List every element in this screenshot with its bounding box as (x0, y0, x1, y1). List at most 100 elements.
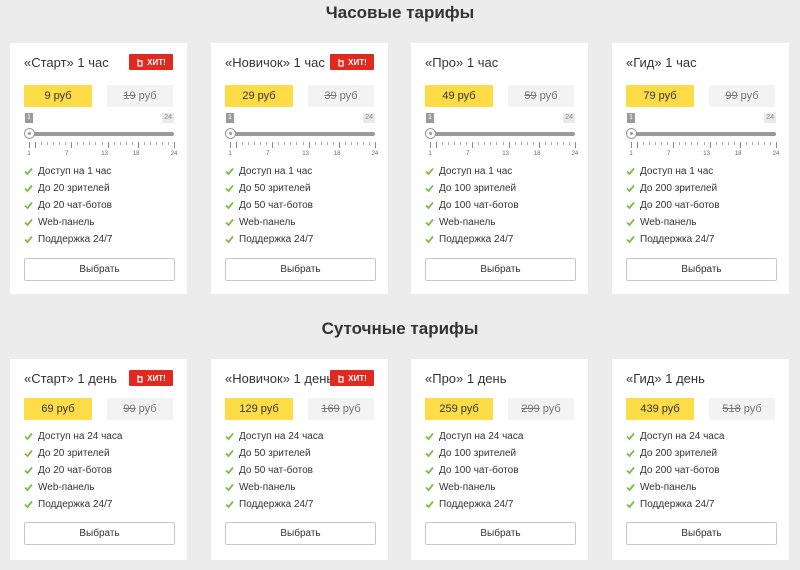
check-icon (24, 449, 33, 458)
slider-tick (326, 142, 328, 145)
check-icon (225, 500, 234, 509)
feature-item: До 20 зрителей (24, 180, 112, 197)
slider-max-label: 24 (764, 113, 776, 123)
feature-text: Web-панель (640, 217, 697, 228)
slider-tick (631, 142, 632, 148)
price-old-value: 99 (725, 90, 738, 102)
feature-text: До 20 чат-ботов (38, 465, 112, 476)
select-button[interactable]: Выбрать (425, 258, 576, 281)
slider-knob[interactable] (225, 128, 236, 139)
slider-tick (679, 142, 681, 145)
slider-tick (174, 142, 175, 148)
slider-tick (763, 142, 765, 145)
slider-tick (89, 142, 91, 145)
slider-tick (29, 142, 30, 148)
slider-tick (242, 142, 244, 145)
feature-text: Поддержка 24/7 (38, 234, 113, 245)
slider-tick (137, 142, 139, 148)
feature-text: Web-панель (38, 217, 95, 228)
tariff-card: «Гид» 1 час 79 руб 99 руб 1 24 1 7 13 18 24 Д… (612, 43, 789, 294)
slider-tick (532, 142, 534, 145)
duration-slider[interactable]: 1 24 1 7 13 18 24 (425, 113, 578, 163)
tariff-name: «Про» 1 час (425, 55, 499, 70)
price-new: 129 руб (225, 398, 293, 420)
slider-knob[interactable] (24, 128, 35, 139)
check-icon (24, 167, 33, 176)
feature-item: Web-панель (626, 214, 720, 231)
feature-text: Web-панель (239, 217, 296, 228)
price-old: 19 руб (107, 85, 173, 107)
select-button[interactable]: Выбрать (24, 522, 175, 545)
tariff-card: «Про» 1 день 259 руб 299 руб Доступ на 24… (411, 359, 588, 560)
slider-tick (733, 142, 735, 145)
duration-slider[interactable]: 1 24 1 7 13 18 24 (626, 113, 779, 163)
slider-tick (727, 142, 729, 145)
slider-tick (101, 142, 103, 145)
slider-knob[interactable] (425, 128, 436, 139)
slider-max-label: 24 (563, 113, 575, 123)
price-new: 29 руб (225, 85, 293, 107)
slider-tick (248, 142, 250, 145)
slider-tick (296, 142, 298, 145)
check-icon (425, 483, 434, 492)
check-icon (225, 184, 234, 193)
slider-tick (332, 142, 334, 145)
duration-slider[interactable]: 1 24 1 7 13 18 24 (24, 113, 177, 163)
select-button[interactable]: Выбрать (225, 258, 376, 281)
slider-tick (637, 142, 639, 148)
select-button[interactable]: Выбрать (225, 522, 376, 545)
feature-item: Поддержка 24/7 (225, 231, 313, 248)
slider-tick (113, 142, 115, 145)
slider-min-label: 1 (426, 113, 434, 123)
select-button[interactable]: Выбрать (24, 258, 175, 281)
slider-tick (149, 142, 151, 145)
check-icon (626, 449, 635, 458)
feature-item: До 20 чат-ботов (24, 462, 122, 479)
slider-tick (107, 142, 109, 148)
feature-item: До 100 зрителей (425, 445, 523, 462)
slider-tick (691, 142, 693, 145)
slider-tick-label: 1 (27, 151, 31, 157)
slider-tick (502, 142, 504, 145)
slider-tick-label: 7 (266, 151, 270, 157)
feature-text: Доступ на 1 час (239, 166, 313, 177)
slider-tick (278, 142, 280, 145)
slider-tick (59, 142, 61, 145)
feature-item: Доступ на 24 часа (225, 428, 323, 445)
slider-track[interactable] (28, 132, 174, 136)
slider-tick (715, 142, 717, 145)
check-icon (626, 483, 635, 492)
slider-track[interactable] (229, 132, 375, 136)
price-old-value: 99 (123, 403, 136, 415)
price-old-value: 39 (324, 90, 337, 102)
tariff-name: «Гид» 1 день (626, 371, 705, 386)
slider-knob[interactable] (626, 128, 637, 139)
slider-tick (41, 142, 43, 145)
slider-tick (71, 142, 73, 148)
tariff-card: «Новичок» 1 час ХИТ! 29 руб 39 руб 1 24 1… (211, 43, 388, 294)
slider-tick (308, 142, 310, 148)
feature-text: Поддержка 24/7 (439, 234, 514, 245)
check-icon (225, 167, 234, 176)
slider-tick-labels: 1 7 13 18 24 (428, 151, 578, 159)
select-button[interactable]: Выбрать (626, 258, 777, 281)
slider-tick (460, 142, 462, 145)
slider-tick (556, 142, 558, 145)
slider-tick-label: 7 (466, 151, 470, 157)
feature-text: Web-панель (640, 482, 697, 493)
feature-text: Доступ на 24 часа (640, 431, 725, 442)
tariff-name: «Новичок» 1 час (225, 55, 325, 70)
duration-slider[interactable]: 1 24 1 7 13 18 24 (225, 113, 378, 163)
hand-icon (338, 374, 344, 383)
tariff-card: «Старт» 1 час ХИТ! 9 руб 19 руб 1 24 1 7 13… (10, 43, 187, 294)
hit-badge: ХИТ! (330, 54, 374, 70)
check-icon (225, 235, 234, 244)
select-button[interactable]: Выбрать (425, 522, 576, 545)
tariff-card: «Про» 1 час 49 руб 59 руб 1 24 1 7 13 18 24 Д… (411, 43, 588, 294)
price-new: 259 руб (425, 398, 493, 420)
slider-track[interactable] (630, 132, 776, 136)
select-button[interactable]: Выбрать (626, 522, 777, 545)
tariff-card: «Новичок» 1 день ХИТ! 129 руб 169 руб Дос… (211, 359, 388, 560)
slider-track[interactable] (429, 132, 575, 136)
slider-tick (284, 142, 286, 145)
